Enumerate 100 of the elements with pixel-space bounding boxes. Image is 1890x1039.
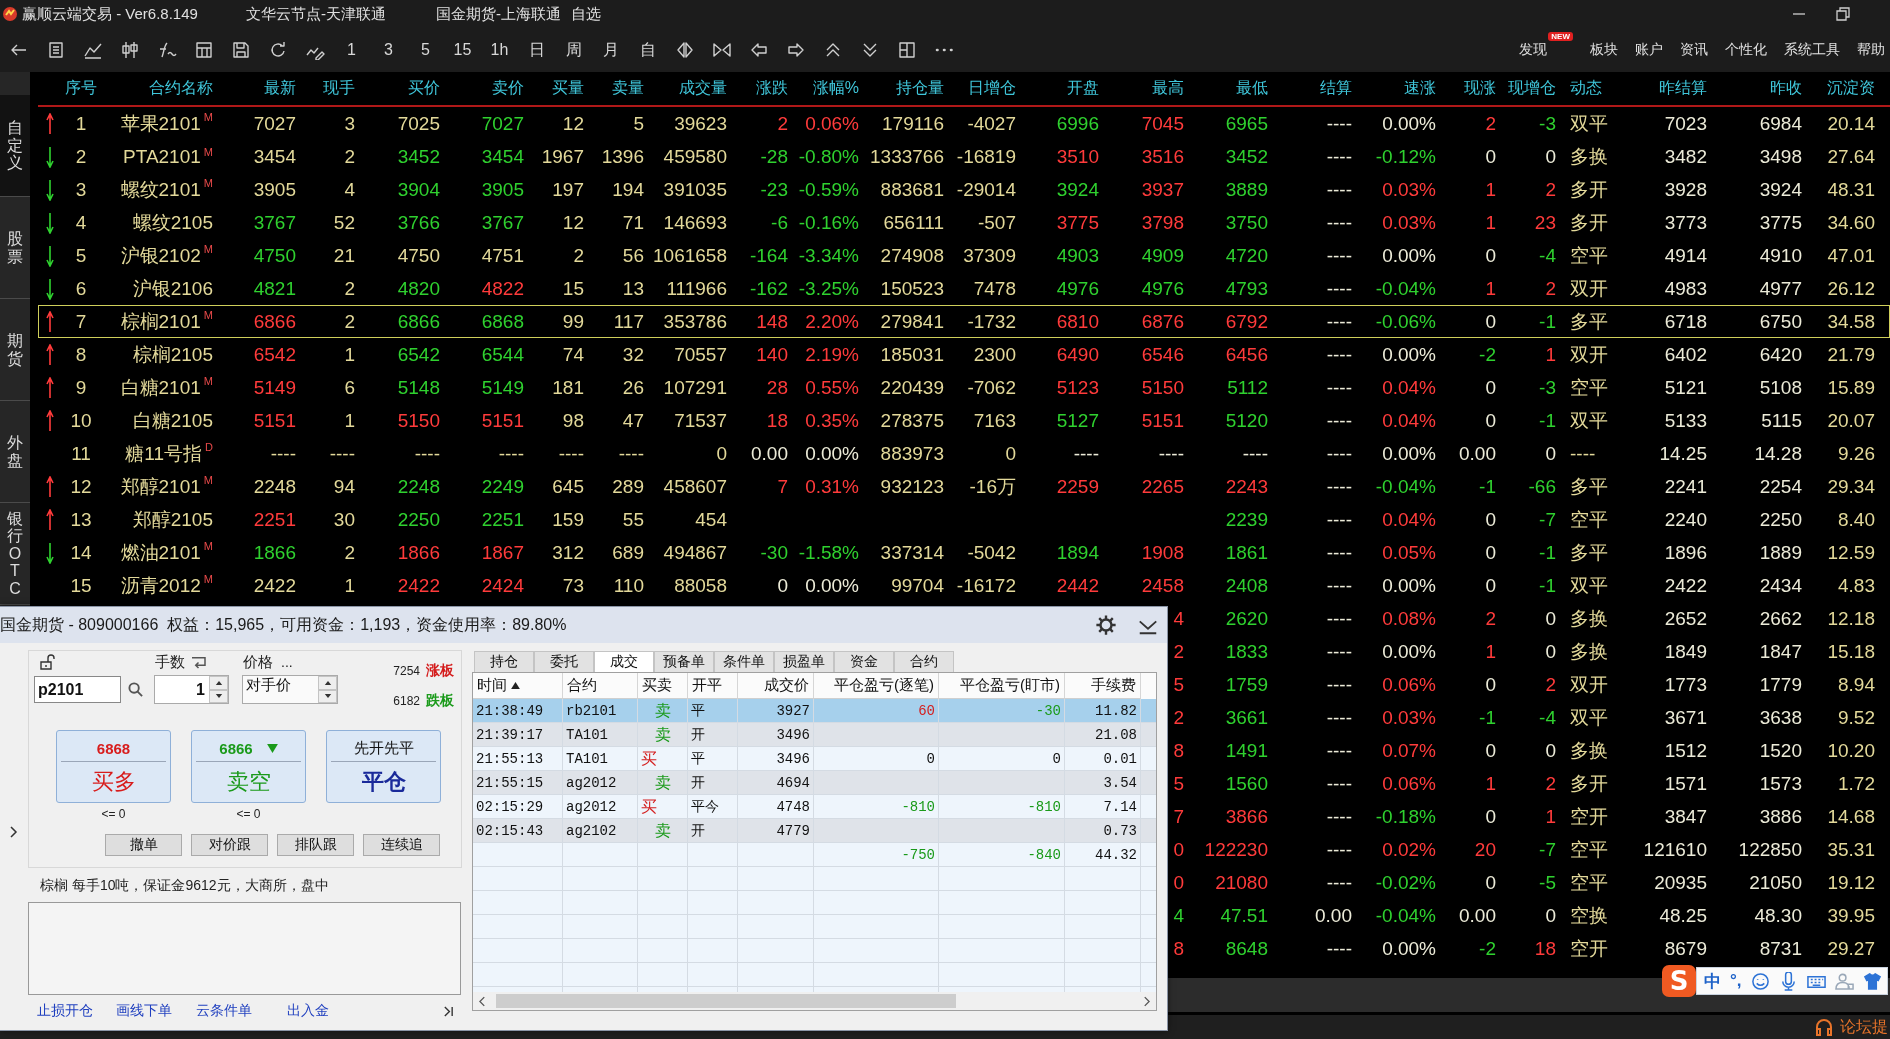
tab[interactable]: 委托 bbox=[534, 651, 594, 672]
search-icon[interactable] bbox=[128, 682, 143, 697]
left-chevron-icon[interactable] bbox=[479, 995, 486, 1007]
tool-link[interactable]: 止损开仓 bbox=[37, 1002, 93, 1020]
column-header[interactable]: 沉淀资 bbox=[1827, 78, 1875, 99]
forum-link[interactable]: 论坛提 bbox=[1840, 1016, 1888, 1038]
tool-link[interactable]: 云条件单 bbox=[196, 1002, 252, 1020]
column-header[interactable]: 结算 bbox=[1320, 78, 1352, 99]
table-row[interactable]: 7 棕榈2101$^{M}$ 6866 2 6866 6868 99 117 353786 148 2.20% 279841 -1732 6810 6876 6792 ---- -0.06% 0 -1 多平 6718 6750 34.58 bbox=[38, 305, 1890, 338]
tool-link[interactable]: 画线下单 bbox=[116, 1002, 172, 1020]
padlock-icon[interactable] bbox=[39, 654, 55, 670]
column-header[interactable]: 买量 bbox=[552, 78, 584, 99]
order-action-button[interactable]: 排队跟 bbox=[277, 834, 354, 856]
smiley-icon[interactable] bbox=[1750, 971, 1770, 991]
column-header[interactable]: 卖价 bbox=[492, 78, 524, 99]
column-header[interactable]: 最低 bbox=[1236, 78, 1268, 99]
lots-field[interactable]: 1 bbox=[154, 675, 229, 704]
table-row[interactable]: 12 郑醇2101$^{M}$ 2248 94 2248 2249 645 289 458607 7 0.31% 932123 -16万 2259 2265 2243 ---- -0.04% -1 -66 多平 2241 2254 29.34 bbox=[38, 470, 1890, 503]
table-row[interactable]: 4 2620 ---- 0.08% 2 0 多换 2652 2662 12.18 bbox=[1168, 602, 1890, 635]
column-header[interactable]: 序号 bbox=[65, 78, 97, 99]
table-row[interactable]: 6 沪银2106 4821 2 4820 4822 15 13 111966 -162 -3.25% 150523 7478 4976 4976 4793 ---- -0.04% 1 2 双开 4983 4977 26.12 bbox=[38, 272, 1890, 305]
tab[interactable]: 预备单 bbox=[654, 651, 714, 672]
sidebar-tab[interactable]: 股票 bbox=[0, 197, 30, 299]
candlestick-icon[interactable] bbox=[119, 40, 140, 60]
tab[interactable]: 成交 bbox=[594, 651, 654, 672]
table-row[interactable]: 8 8648 ---- 0.00% -2 18 空开 8679 8731 29.27 bbox=[1168, 932, 1890, 965]
skip-end-icon[interactable] bbox=[443, 1005, 454, 1017]
tab[interactable]: 资金 bbox=[834, 651, 894, 672]
table-row[interactable]: 15 沥青2012$^{M}$ 2422 1 2422 2424 73 110 88058 0 0.00% 99704 -16172 2442 2458 2408 ---- 0.00% 0 -1 双平 2422 2434 4.83 bbox=[38, 569, 1890, 602]
table-row[interactable]: 4 47.51 0.00 -0.04% 0.00 0 空换 48.25 48.30 39.95 bbox=[1168, 899, 1890, 932]
period-button[interactable]: 1 bbox=[333, 35, 370, 65]
tab[interactable]: 持仓 bbox=[474, 651, 534, 672]
column-header[interactable]: 现涨 bbox=[1464, 78, 1496, 99]
shirt-icon[interactable] bbox=[1862, 971, 1882, 991]
column-header[interactable]: 涨跌 bbox=[756, 78, 788, 99]
settings-icon[interactable] bbox=[1095, 614, 1117, 636]
column-header[interactable]: 昨收 bbox=[1770, 78, 1802, 99]
menu-item[interactable]: 资讯 bbox=[1680, 41, 1708, 59]
table-row[interactable]: 9 白糖2101$^{M}$ 5149 6 5148 5149 181 26 107291 28 0.55% 220439 -7062 5123 5150 5112 ---- 0.04% 0 -3 空平 5121 5108 15.89 bbox=[38, 371, 1890, 404]
table-row[interactable]: 2 3661 ---- 0.03% -1 -4 双平 3671 3638 9.52 bbox=[1168, 701, 1890, 734]
table-row[interactable]: 5 1759 ---- 0.06% 0 2 双开 1773 1779 8.94 bbox=[1168, 668, 1890, 701]
menu-item[interactable]: 帮助 bbox=[1857, 41, 1885, 59]
column-header[interactable]: 速涨 bbox=[1404, 78, 1436, 99]
more-button[interactable]: ... bbox=[273, 655, 293, 669]
table-row[interactable]: 2 1833 ---- 0.00% 1 0 多换 1849 1847 15.18 bbox=[1168, 635, 1890, 668]
column-header[interactable]: 现增仓 bbox=[1508, 78, 1556, 99]
menu-item[interactable]: 账户 bbox=[1635, 41, 1663, 59]
table-row[interactable]: 5 沪银2102$^{M}$ 4750 21 4750 4751 2 56 1061658 -164 -3.34% 274908 37309 4903 4909 4720 ---- 0.00% 0 -4 空平 4914 4910 47.01 bbox=[38, 239, 1890, 272]
grid-table-icon[interactable] bbox=[193, 40, 214, 60]
price-type-field[interactable]: 对手价 bbox=[242, 675, 338, 704]
right-chevron-icon[interactable] bbox=[1143, 995, 1150, 1007]
table-row[interactable]: 21:39:17 TA101 卖 开 3496 21.08 bbox=[473, 723, 1156, 747]
sidebar-tab[interactable]: 银行OTC bbox=[0, 503, 30, 605]
table-row[interactable]: 0 122230 ---- 0.02% 20 -7 空平 121610 122850 35.31 bbox=[1168, 833, 1890, 866]
table-row[interactable]: 21:38:49 rb2101 卖 平 3927 60 -30 11.82 bbox=[473, 699, 1156, 723]
table-row[interactable]: 10 白糖2105 5151 1 5150 5151 98 47 71537 18 0.35% 278375 7163 5127 5151 5120 ---- 0.04% 0 -1 双平 5133 5115 20.07 bbox=[38, 404, 1890, 437]
tab[interactable]: 合约 bbox=[894, 651, 954, 672]
spin-up-button[interactable] bbox=[209, 676, 228, 690]
column-header[interactable]: 卖量 bbox=[612, 78, 644, 99]
column-header[interactable]: 买价 bbox=[408, 78, 440, 99]
input-mode-button[interactable]: 中 bbox=[1704, 969, 1721, 993]
table-row[interactable]: 0 21080 ---- -0.02% 0 -5 空平 20935 21050 19.12 bbox=[1168, 866, 1890, 899]
close-position-button[interactable]: 先开先平 平仓 bbox=[326, 730, 441, 803]
menu-item[interactable]: 系统工具 bbox=[1784, 41, 1840, 59]
restore-icon[interactable] bbox=[1836, 7, 1850, 21]
sidebar-tab[interactable]: 自定义 bbox=[0, 95, 30, 197]
layout-icon[interactable] bbox=[896, 40, 917, 60]
sidebar-tab[interactable]: 外盘 bbox=[0, 401, 30, 503]
table-row[interactable]: 8 1491 ---- 0.07% 0 0 多换 1512 1520 10.20 bbox=[1168, 734, 1890, 767]
table-row[interactable]: 5 1560 ---- 0.06% 1 2 多开 1571 1573 1.72 bbox=[1168, 767, 1890, 800]
table-row[interactable]: 7 3866 ---- -0.18% 0 1 空开 3847 3886 14.68 bbox=[1168, 800, 1890, 833]
table-row[interactable]: 4 螺纹2105 3767 52 3766 3767 12 71 146693 -6 -0.16% 656111 -507 3775 3798 3750 ---- 0.03% 1 23 多开 3773 3775 34.60 bbox=[38, 206, 1890, 239]
bowtie-icon[interactable] bbox=[711, 40, 732, 60]
save-icon[interactable] bbox=[230, 40, 251, 60]
tab[interactable]: 损盈单 bbox=[774, 651, 834, 672]
order-action-button[interactable]: 对价跟 bbox=[191, 834, 268, 856]
table-row[interactable]: 13 郑醇2105 2251 30 2250 2251 159 55 454 2239 ---- 0.04% 0 -7 空平 2240 2250 8.40 bbox=[38, 503, 1890, 536]
table-row[interactable]: 11 糖11号指$^{D}$ ---- ---- ---- ---- ---- ---- 0 0.00 0.00% 883973 0 ---- ---- ---- ---- 0.00% 0.00 0 ---- 14.25 14.28 9.26 bbox=[38, 437, 1890, 470]
period-button[interactable]: 日 bbox=[518, 35, 555, 65]
table-row[interactable]: 21:55:15 ag2012 卖 开 4694 3.54 bbox=[473, 771, 1156, 795]
column-header[interactable]: 成交量 bbox=[679, 78, 727, 99]
column-header[interactable]: 最新 bbox=[264, 78, 296, 99]
column-header[interactable]: 日增仓 bbox=[968, 78, 1016, 99]
table-row[interactable]: 02:15:43 ag2102 卖 开 4779 0.73 bbox=[473, 819, 1156, 843]
column-header[interactable]: 开盘 bbox=[1067, 78, 1099, 99]
chevron-right-icon[interactable] bbox=[10, 826, 18, 838]
period-button[interactable]: 月 bbox=[592, 35, 629, 65]
menu-item[interactable]: 个性化 bbox=[1725, 41, 1767, 59]
column-header[interactable]: 涨幅% bbox=[812, 78, 859, 99]
table-row[interactable]: 14 燃油2101$^{M}$ 1866 2 1866 1867 312 689 494867 -30 -1.58% 337314 -5042 1894 1908 1861 ---- 0.05% 0 -1 多平 1896 1889 12.59 bbox=[38, 536, 1890, 569]
period-button[interactable]: 自 bbox=[629, 35, 666, 65]
period-button[interactable]: 周 bbox=[555, 35, 592, 65]
column-header[interactable]: 合约名称 bbox=[149, 78, 213, 99]
table-row[interactable]: 1 苹果2101$^{M}$ 7027 3 7025 7027 12 5 39623 2 0.06% 179116 -4027 6996 7045 6965 ---- 0.00% 2 -3 双平 7023 6984 20.14 bbox=[38, 107, 1890, 140]
diamond-split-icon[interactable] bbox=[674, 40, 695, 60]
table-row[interactable]: 8 棕榈2105 6542 1 6542 6544 74 32 70557 140 2.19% 185031 2300 6490 6546 6456 ---- 0.00% -2 1 双开 6402 6420 21.79 bbox=[38, 338, 1890, 371]
scroll-thumb[interactable] bbox=[496, 994, 956, 1008]
table-row[interactable]: 3 螺纹2101$^{M}$ 3905 4 3904 3905 197 194 391035 -23 -0.59% 883681 -29014 3924 3937 3889 ---- 0.03% 1 2 多开 3928 3924 48.31 bbox=[38, 173, 1890, 206]
period-button[interactable]: 3 bbox=[370, 35, 407, 65]
tool-link[interactable]: 出入金 bbox=[287, 1002, 329, 1020]
